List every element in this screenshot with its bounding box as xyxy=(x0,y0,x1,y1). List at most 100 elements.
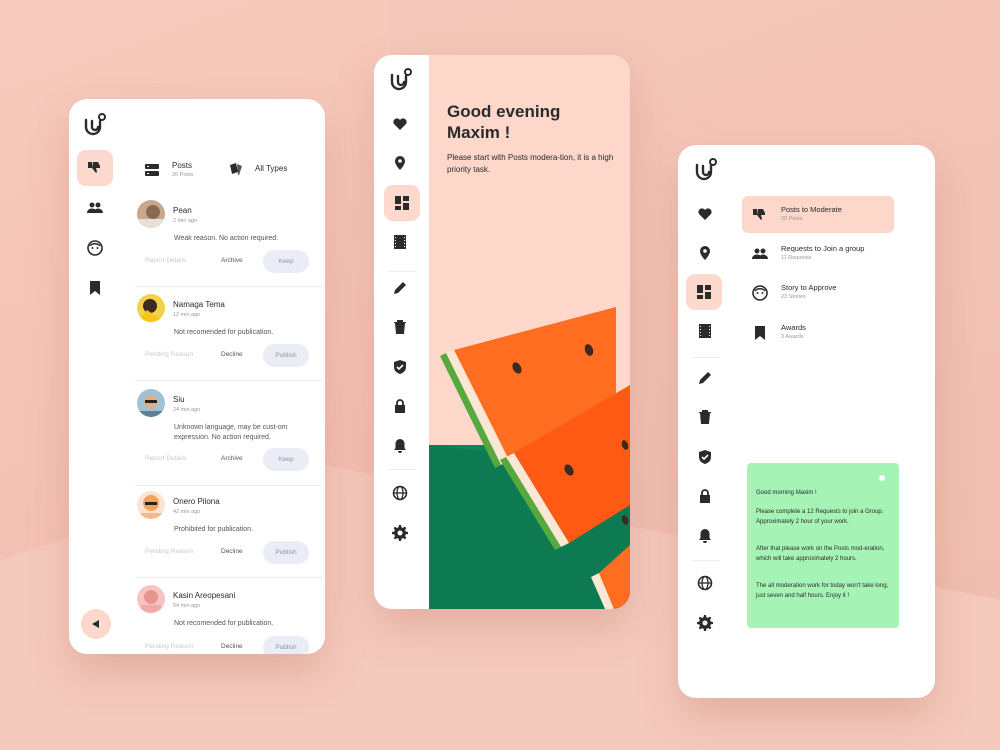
collapse-button[interactable] xyxy=(81,609,111,639)
sidebar-item-lock[interactable] xyxy=(382,388,418,424)
post-reason: Weak reason. No action required. xyxy=(174,235,279,242)
sidebar-item-location[interactable] xyxy=(382,145,418,181)
divider xyxy=(135,286,323,287)
sidebar-item-settings[interactable] xyxy=(382,515,418,551)
sidebar-item-settings[interactable] xyxy=(687,605,723,641)
note-greeting: Good morning Maxim ! xyxy=(756,490,817,496)
sidebar-item-security[interactable] xyxy=(382,349,418,385)
archive-button[interactable]: Archive xyxy=(221,455,243,462)
posts-moderation-screen: Posts 26 Posts All Types Pean 2 min ago … xyxy=(69,99,325,654)
post-time: 24 min ago xyxy=(173,407,201,413)
bookmark-icon xyxy=(752,325,768,341)
sidebar-item-trash[interactable] xyxy=(382,309,418,345)
archive-button[interactable]: Archive xyxy=(221,257,243,264)
publish-button[interactable]: Publish xyxy=(263,344,309,367)
post-time: 2 min ago xyxy=(173,218,198,224)
sidebar-item-notifications[interactable] xyxy=(382,428,418,464)
list-item: Namaga Tema 12 min ago Not recomended fo… xyxy=(135,294,323,381)
pending-reason-link[interactable]: Pending Reason xyxy=(145,351,193,358)
keep-button[interactable]: Keep xyxy=(263,250,309,273)
pencil-icon xyxy=(699,372,711,384)
post-author: Siu xyxy=(173,395,185,404)
posts-label: Posts xyxy=(172,161,193,170)
post-reason: Unknown language, may be cust-om express… xyxy=(174,424,288,441)
menu-item-story-to-approve[interactable]: Story to Approve 23 Stories xyxy=(742,274,894,311)
publish-button[interactable]: Publish xyxy=(263,636,309,654)
menu-item-count: 20 Posts xyxy=(781,216,803,222)
bookmark-icon xyxy=(90,281,100,295)
menu-item-requests-to-join[interactable]: Requests to Join a group 11 Requests xyxy=(742,235,894,272)
shield-check-icon xyxy=(699,450,711,464)
menu-item-label: Posts to Moderate xyxy=(781,205,842,214)
posts-count: 26 Posts xyxy=(172,172,194,178)
sidebar-item-language[interactable] xyxy=(687,565,723,601)
sidebar-item-groups[interactable] xyxy=(77,190,113,226)
menu-item-label: Requests to Join a group xyxy=(781,244,865,253)
note-paragraph: After that please work on the Posts mod-… xyxy=(756,546,885,562)
post-author: Kasin Areopesani xyxy=(173,591,236,600)
avatar xyxy=(137,585,165,613)
sidebar-item-awards[interactable] xyxy=(77,270,113,306)
app-logo xyxy=(692,156,720,184)
sidebar-item-dashboard[interactable] xyxy=(686,274,722,310)
sidebar-item-dashboard[interactable] xyxy=(384,185,420,221)
pencil-icon xyxy=(394,282,406,294)
sidebar-item-language[interactable] xyxy=(382,475,418,511)
sidebar-item-security[interactable] xyxy=(687,439,723,475)
welcome-screen: Good evening Maxim ! Please start with P… xyxy=(374,55,630,609)
sidebar-item-favorites[interactable] xyxy=(687,196,723,232)
location-icon xyxy=(395,156,405,170)
report-details-link[interactable]: Report Details xyxy=(145,455,186,462)
post-reason: Not recomended for publication. xyxy=(174,329,274,336)
avatar xyxy=(137,294,165,322)
avatar xyxy=(137,491,165,519)
film-icon xyxy=(394,235,406,249)
daily-note-card: Good morning Maxim ! Please complete a 1… xyxy=(747,463,899,628)
sidebar-item-trash[interactable] xyxy=(687,399,723,435)
sidebar-item-notifications[interactable] xyxy=(687,518,723,554)
cards-icon[interactable] xyxy=(229,162,243,176)
sidebar-item-posts[interactable] xyxy=(77,150,113,186)
sidebar-item-media[interactable] xyxy=(687,313,723,349)
sidebar-item-media[interactable] xyxy=(382,224,418,260)
sidebar-item-edit[interactable] xyxy=(687,360,723,396)
pending-reason-link[interactable]: Pending Reason xyxy=(145,548,193,555)
sidebar-item-stories[interactable] xyxy=(77,230,113,266)
list-item: Kasin Areopesani 54 min ago Not recomend… xyxy=(135,585,323,654)
group-icon xyxy=(752,246,768,262)
menu-item-label: Awards xyxy=(781,323,806,332)
lock-icon xyxy=(700,489,710,503)
film-icon xyxy=(699,324,711,338)
list-item: Pean 2 min ago Weak reason. No action re… xyxy=(135,200,323,287)
post-reason: Prohibited for publication. xyxy=(174,526,253,533)
menu-item-awards[interactable]: Awards 3 Awards xyxy=(742,314,894,351)
decline-button[interactable]: Decline xyxy=(221,548,243,555)
group-icon xyxy=(87,202,103,213)
post-author: Namaga Tema xyxy=(173,300,225,309)
pending-reason-link[interactable]: Pending Reason xyxy=(145,643,193,650)
keep-button[interactable]: Keep xyxy=(263,448,309,471)
type-filter[interactable]: All Types xyxy=(255,164,287,173)
sidebar-item-lock[interactable] xyxy=(687,478,723,514)
divider xyxy=(692,560,720,561)
dashboard-icon xyxy=(697,285,711,299)
decline-button[interactable]: Decline xyxy=(221,351,243,358)
greeting-title: Good evening Maxim ! xyxy=(447,102,561,142)
lock-icon xyxy=(395,399,405,413)
sidebar-item-favorites[interactable] xyxy=(382,106,418,142)
welcome-panel: Good evening Maxim ! Please start with P… xyxy=(429,55,630,609)
app-logo xyxy=(387,66,415,94)
note-paragraph: The all moderation work for today won't … xyxy=(756,583,889,599)
report-details-link[interactable]: Report Details xyxy=(145,257,186,264)
trash-icon xyxy=(394,320,406,334)
publish-button[interactable]: Publish xyxy=(263,541,309,564)
sidebar-item-edit[interactable] xyxy=(382,270,418,306)
divider xyxy=(388,469,416,470)
decline-button[interactable]: Decline xyxy=(221,643,243,650)
menu-item-posts-to-moderate[interactable]: Posts to Moderate 20 Posts xyxy=(742,196,894,233)
thumbs-down-icon xyxy=(88,162,100,173)
app-logo xyxy=(81,111,109,139)
heart-icon xyxy=(698,208,712,220)
sidebar-item-location[interactable] xyxy=(687,235,723,271)
post-time: 42 min ago xyxy=(173,509,201,515)
